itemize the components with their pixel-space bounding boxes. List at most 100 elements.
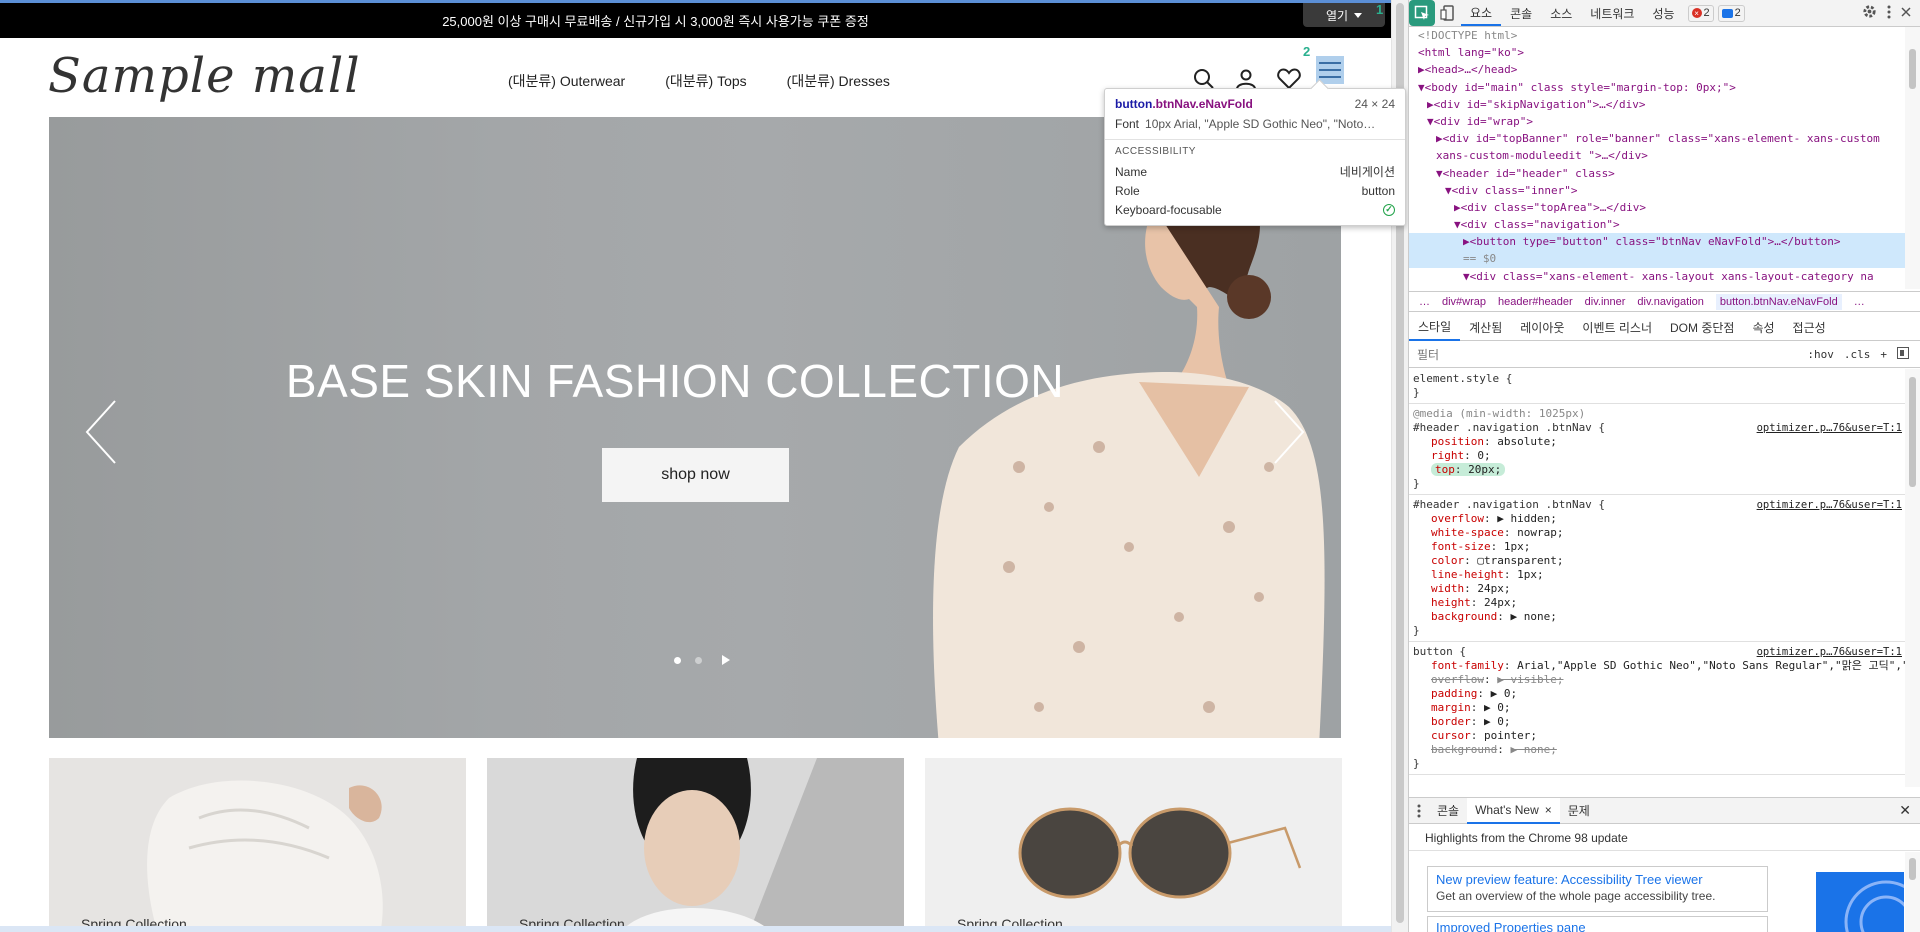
drawer-tab-console[interactable]: 콘솔 [1429,798,1467,824]
property-value[interactable]: 24px; [1477,582,1510,595]
tab-sources[interactable]: 소스 [1541,0,1581,26]
property-name[interactable]: font-family [1431,659,1504,672]
property-name[interactable]: cursor [1431,729,1471,742]
tab-console[interactable]: 콘솔 [1501,0,1541,26]
hov-toggle[interactable]: :hov [1807,348,1834,361]
property-name[interactable]: line-height [1431,568,1504,581]
dom-scrollbar[interactable] [1905,27,1920,289]
error-badge[interactable]: × 2 [1687,4,1714,22]
device-toolbar-icon[interactable] [1435,0,1461,26]
property-name[interactable]: margin [1431,701,1471,714]
property-name[interactable]: height [1431,596,1471,609]
property-name[interactable]: right [1431,449,1464,462]
property-name[interactable]: padding [1431,687,1477,700]
property-value[interactable]: ▶ 0; [1491,687,1518,700]
add-rule-icon[interactable]: + [1880,348,1887,361]
subtab-styles[interactable]: 스타일 [1409,314,1461,341]
css-declaration[interactable]: overflow: ▶ hidden; [1413,512,1902,526]
property-value[interactable]: 1px; [1517,568,1544,581]
property-value[interactable]: 20px; [1468,463,1501,476]
whats-new-card[interactable]: New preview feature: Accessibility Tree … [1427,866,1768,912]
property-value[interactable]: 0; [1477,449,1490,462]
css-declaration[interactable]: padding: ▶ 0; [1413,687,1902,701]
property-value[interactable]: pointer; [1484,729,1537,742]
property-value[interactable]: Arial,"Apple SD Gothic Neo","Noto Sans R… [1517,659,1906,672]
tab-elements[interactable]: 요소 [1461,0,1502,26]
styles-scrollbar-thumb[interactable] [1909,377,1916,487]
toggle-sidebar-icon[interactable] [1897,347,1909,362]
property-name[interactable]: width [1431,582,1464,595]
css-rule[interactable]: @media (min-width: 1025px) #header .navig… [1409,404,1906,495]
nav-item-tops[interactable]: (대분류) Tops [665,71,746,91]
drawer-menu-icon[interactable] [1409,798,1429,824]
property-value[interactable]: ▶ none; [1510,610,1556,623]
property-value[interactable]: ▢transparent; [1477,554,1563,567]
gear-icon[interactable] [1862,4,1877,22]
property-name[interactable]: overflow [1431,512,1484,525]
property-value[interactable]: 24px; [1484,596,1517,609]
open-button[interactable]: 열기 [1303,3,1385,27]
property-name[interactable]: top [1435,463,1455,476]
styles-scrollbar[interactable] [1905,369,1920,787]
property-name[interactable]: overflow [1431,673,1484,686]
dom-node-line[interactable]: ▼<header id="header" class> [1409,165,1906,182]
property-name[interactable]: white-space [1431,526,1504,539]
property-value[interactable]: ▶ visible; [1497,673,1563,686]
css-declaration[interactable]: overflow: ▶ visible; [1413,673,1902,687]
dom-node-line[interactable]: ▶<div id="topBanner" role="banner" class… [1409,130,1906,147]
drawer-scrollbar-thumb[interactable] [1909,858,1916,880]
dom-node-line[interactable]: ▶<button type="button" class="btnNav eNa… [1409,233,1906,251]
cls-toggle[interactable]: .cls [1844,348,1871,361]
breadcrumb-item[interactable]: … [1854,296,1865,308]
css-rule[interactable]: element.style {} [1409,369,1906,404]
whats-new-next-card[interactable]: Improved Properties pane [1427,916,1768,932]
collection-card-3[interactable]: Spring Collection [925,758,1342,932]
property-name[interactable]: background [1431,743,1497,756]
css-rule[interactable]: #header .navigation .btnNav {optimizer.p… [1409,495,1906,642]
css-declaration[interactable]: line-height: 1px; [1413,568,1902,582]
slider-next-icon[interactable] [1269,397,1309,467]
breadcrumb-item[interactable]: div.navigation [1637,296,1703,308]
tab-close-icon[interactable]: × [1545,803,1552,817]
dom-node-line[interactable]: xans-custom-moduleedit ">…</div> [1409,147,1906,164]
dom-node-line[interactable]: <!DOCTYPE html> [1409,27,1906,44]
dom-node-line[interactable]: ▼<div class="inner"> [1409,182,1906,199]
top-banner[interactable]: 25,000원 이상 구매시 무료배송 / 신규가입 시 3,000원 즉시 사… [0,3,1391,38]
rule-source-link[interactable]: optimizer.p…76&user=T:1 [1757,645,1902,659]
breadcrumb-item[interactable]: … [1419,296,1430,308]
css-declaration[interactable]: cursor: pointer; [1413,729,1902,743]
css-declaration[interactable]: background: ▶ none; [1413,743,1902,757]
dom-node-line[interactable]: ▼<div id="wrap"> [1409,113,1906,130]
property-name[interactable]: font-size [1431,540,1491,553]
dom-node-line[interactable]: ▼<div class="xans-element- xans-layout x… [1409,268,1906,285]
tab-performance[interactable]: 성능 [1643,0,1683,26]
subtab-event-listeners[interactable]: 이벤트 리스너 [1573,314,1661,341]
dom-node-line[interactable]: ▶<head>…</head> [1409,61,1906,78]
css-declaration[interactable]: top: 20px; [1413,463,1902,477]
styles-filter-input[interactable] [1417,347,1808,362]
collection-card-2[interactable]: Spring Collection [487,758,904,932]
css-declaration[interactable]: white-space: nowrap; [1413,526,1902,540]
subtab-dom-breakpoints[interactable]: DOM 중단점 [1661,314,1743,341]
styles-pane[interactable]: element.style {} @media (min-width: 1025p… [1409,369,1906,787]
rule-source-link[interactable]: optimizer.p…76&user=T:1 [1757,498,1902,512]
css-declaration[interactable]: right: 0; [1413,449,1902,463]
css-declaration[interactable]: background: ▶ none; [1413,610,1902,624]
dom-node-line[interactable]: vigation category BH"> [1409,285,1906,289]
property-name[interactable]: border [1431,715,1471,728]
css-declaration[interactable]: color: ▢transparent; [1413,554,1902,568]
slider-dot-1[interactable] [674,656,681,664]
dom-node-line[interactable]: ▼<body id="main" class style="margin-top… [1409,79,1906,96]
message-badge[interactable]: 2 [1717,4,1745,22]
css-declaration[interactable]: font-family: Arial,"Apple SD Gothic Neo"… [1413,659,1906,673]
inspect-element-icon[interactable] [1409,0,1435,26]
site-logo[interactable]: Sample mall [48,48,361,104]
property-value[interactable]: ▶ 0; [1484,701,1511,714]
drawer-tab-issues[interactable]: 문제 [1560,798,1598,824]
slider-dot-2[interactable] [695,656,702,664]
property-value[interactable]: ▶ none; [1510,743,1556,756]
tab-network[interactable]: 네트워크 [1581,0,1643,26]
more-vert-icon[interactable] [1887,5,1891,22]
property-value[interactable]: ▶ 0; [1484,715,1511,728]
dom-node-line[interactable]: == $0 [1409,250,1906,268]
